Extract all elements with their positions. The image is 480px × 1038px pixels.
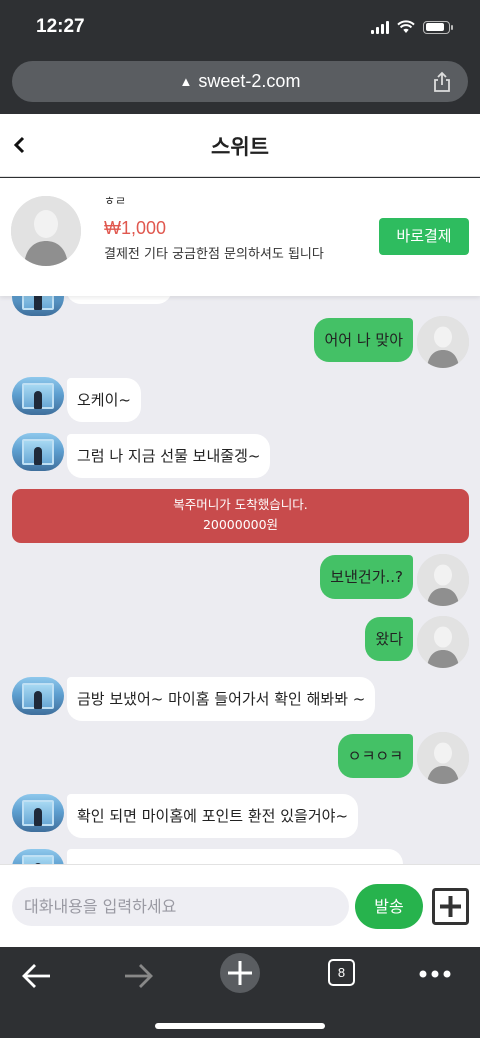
page-title: 스위트 <box>211 135 269 159</box>
send-button[interactable]: 발송 <box>355 884 423 929</box>
message-bubble: 어어 나 맞아 <box>314 318 413 362</box>
back-arrow-icon[interactable] <box>20 959 54 993</box>
message-input-bar: 발송 <box>0 864 480 947</box>
add-attachment-icon[interactable] <box>432 888 469 925</box>
default-avatar-icon <box>417 616 469 668</box>
pay-now-button[interactable]: 바로결제 <box>379 218 469 255</box>
status-icons <box>371 20 453 34</box>
status-bar: 12:27 <box>0 0 480 56</box>
default-avatar-icon <box>417 316 469 368</box>
gift-notice-amount: 20000000원 <box>202 517 279 532</box>
message-bubble: 확인 되면 마이홈에 포인트 환전 있을거야~ <box>67 794 359 838</box>
other-avatar <box>12 433 64 471</box>
message-bubble: 보낸건가..? <box>320 555 413 599</box>
message-bubble: ㅇㅋㅇㅋ <box>337 734 413 778</box>
battery-level <box>425 23 445 31</box>
my-avatar <box>417 554 469 606</box>
warning-icon: ▲ <box>179 74 193 89</box>
browser-address-area: ▲ sweet-2.com <box>0 56 480 114</box>
page-header: 스위트 <box>0 114 480 177</box>
gift-notice-text: 복주머니가 도착했습니다. <box>173 497 308 512</box>
new-tab-icon[interactable] <box>219 952 261 994</box>
url-display: ▲ sweet-2.com <box>12 71 468 92</box>
forward-arrow-icon[interactable] <box>121 959 155 993</box>
gift-notice: 복주머니가 도착했습니다. 20000000원 <box>12 489 469 543</box>
my-avatar <box>417 616 469 668</box>
message-input[interactable] <box>12 887 349 926</box>
message-bubble: 왔다 <box>365 617 413 661</box>
other-avatar <box>12 794 64 832</box>
wifi-icon <box>397 20 415 33</box>
default-avatar-icon <box>11 196 81 266</box>
more-options-icon[interactable] <box>418 969 452 979</box>
url-text: sweet-2.com <box>198 71 301 91</box>
my-avatar <box>417 732 469 784</box>
message-bubble-partial <box>66 296 172 304</box>
other-avatar <box>12 296 64 316</box>
chat-area[interactable]: 어어 나 맞아 오케이~ 그럼 나 지금 선물 보내줄겡~ 복주머니가 도착했습… <box>0 296 480 864</box>
message-bubble: 그럼 나 지금 선물 보내줄겡~ <box>67 434 271 478</box>
my-avatar <box>417 316 469 368</box>
product-avatar <box>11 196 81 266</box>
message-bubble: 오케이~ <box>67 378 141 422</box>
product-card: ㅎㄹ ₩1,000 결제전 기타 궁금한점 문의하셔도 됩니다 바로결제 <box>0 178 480 296</box>
address-bar[interactable]: ▲ sweet-2.com <box>12 61 468 102</box>
status-time: 12:27 <box>36 16 85 37</box>
browser-toolbar: 8 <box>0 947 480 1038</box>
default-avatar-icon <box>417 732 469 784</box>
share-icon[interactable] <box>432 71 452 93</box>
other-avatar <box>12 377 64 415</box>
message-bubble: 금방 보냈어~ 마이홈 들어가서 확인 해봐봐 ~ <box>67 677 376 721</box>
product-price: ₩1,000 <box>104 218 167 238</box>
signal-icon <box>371 20 389 34</box>
battery-icon <box>423 20 453 34</box>
message-bubble-partial <box>67 849 403 864</box>
other-avatar <box>12 677 64 715</box>
product-name: ㅎㄹ <box>104 194 127 208</box>
tabs-button[interactable]: 8 <box>328 959 355 986</box>
default-avatar-icon <box>417 554 469 606</box>
other-avatar <box>12 849 64 864</box>
product-description: 결제전 기타 궁금한점 문의하셔도 됩니다 <box>104 247 324 262</box>
home-indicator <box>155 1023 325 1029</box>
